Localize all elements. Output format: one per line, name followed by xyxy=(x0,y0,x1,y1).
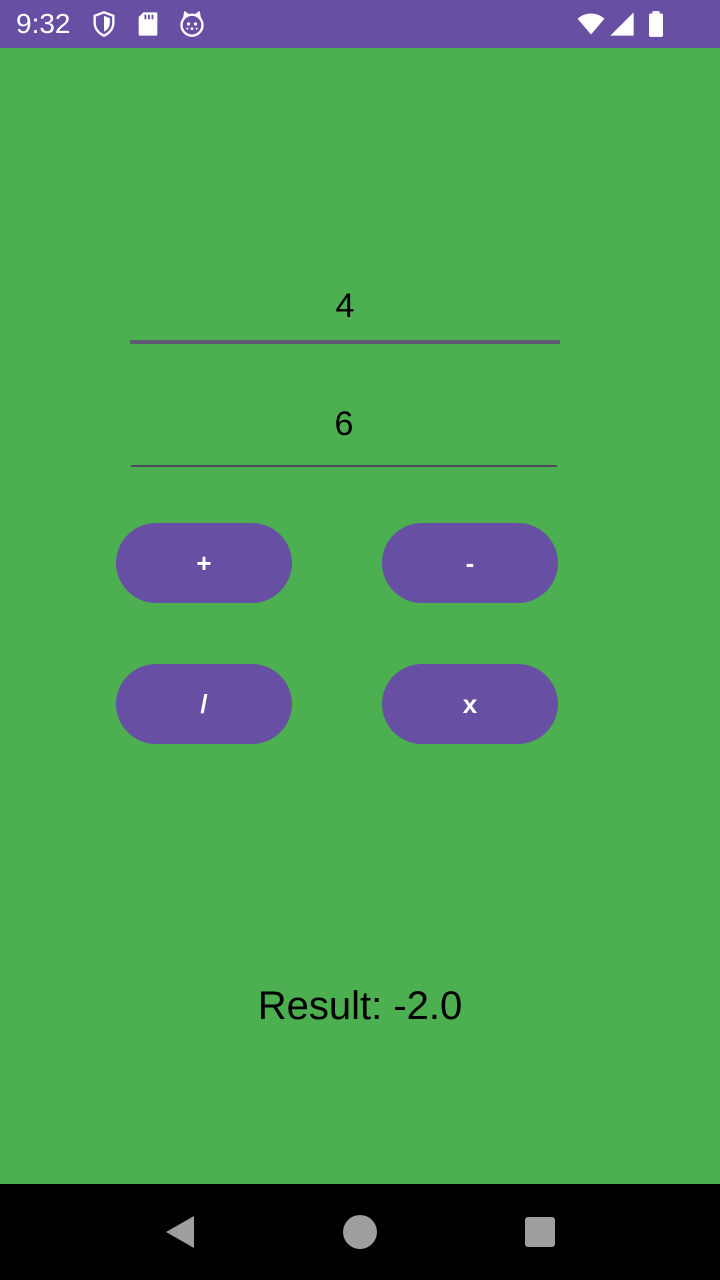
add-button[interactable]: + xyxy=(116,523,292,603)
second-number-value: 6 xyxy=(334,405,354,443)
second-number-underline xyxy=(131,465,557,467)
multiply-button[interactable]: x xyxy=(382,664,558,744)
second-number-field[interactable]: 6 xyxy=(131,402,557,468)
first-number-underline xyxy=(130,340,560,344)
subtract-button[interactable]: - xyxy=(382,523,558,603)
cat-icon xyxy=(178,10,206,38)
first-number-value: 4 xyxy=(335,287,355,325)
shield-icon xyxy=(90,10,118,38)
wifi-icon xyxy=(576,10,606,38)
first-number-field[interactable]: 4 xyxy=(130,282,560,344)
calculator-screen: 4 6 + - / x Result: -2.0 xyxy=(0,48,720,1184)
back-icon[interactable] xyxy=(160,1212,200,1252)
battery-icon xyxy=(642,10,670,38)
cell-signal-icon xyxy=(608,10,636,38)
navigation-bar xyxy=(0,1184,720,1280)
result-label: Result: -2.0 xyxy=(257,984,463,1028)
home-icon[interactable] xyxy=(340,1212,380,1252)
recents-icon[interactable] xyxy=(522,1214,558,1250)
status-time: 9:32 xyxy=(16,8,71,39)
sd-card-icon xyxy=(134,10,162,38)
divide-button[interactable]: / xyxy=(116,664,292,744)
screen: 9:32 4 6 + - / x Result: -2.0 xyxy=(0,0,720,1280)
status-bar: 9:32 xyxy=(0,0,720,48)
